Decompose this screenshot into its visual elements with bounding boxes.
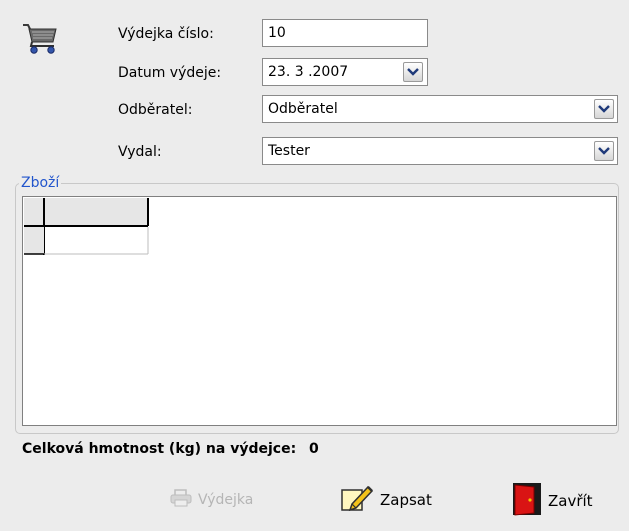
issue-number-label: Výdejka číslo: — [118, 26, 214, 42]
issuer-dropdown-button[interactable] — [594, 141, 614, 161]
issue-number-input[interactable]: 10 — [262, 19, 428, 47]
date-dropdown-button[interactable] — [403, 62, 423, 82]
chevron-down-icon — [598, 147, 610, 155]
print-issue-label: Výdejka — [198, 492, 254, 508]
customer-dropdown-button[interactable] — [594, 99, 614, 119]
printer-icon — [170, 489, 192, 511]
pencil-icon — [340, 484, 374, 516]
issuer-select[interactable]: Tester — [262, 137, 618, 165]
issue-date-input[interactable]: 23. 3 .2007 — [262, 58, 428, 86]
total-weight-row: Celková hmotnost (kg) na výdejce: 0 — [22, 441, 319, 457]
goods-group-legend: Zboží — [21, 175, 60, 191]
goods-grid[interactable] — [22, 196, 617, 426]
issuer-label: Vydal: — [118, 144, 162, 160]
issue-date-value: 23. 3 .2007 — [268, 64, 349, 80]
print-issue-button[interactable]: Výdejka — [170, 489, 253, 511]
door-icon — [512, 482, 542, 520]
grid-data-row — [24, 227, 149, 255]
issue-date-label: Datum výdeje: — [118, 65, 222, 81]
total-weight-value: 0 — [309, 441, 319, 457]
issuer-select-value: Tester — [268, 143, 310, 159]
chevron-down-icon — [407, 68, 419, 76]
cart-icon — [22, 22, 58, 56]
customer-select-value: Odběratel — [268, 101, 338, 117]
close-label: Zavřít — [548, 492, 593, 510]
close-button[interactable]: Zavřít — [512, 482, 593, 520]
chevron-down-icon — [598, 105, 610, 113]
save-label: Zapsat — [380, 491, 432, 509]
save-button[interactable]: Zapsat — [340, 484, 432, 516]
total-weight-label: Celková hmotnost (kg) na výdejce: — [22, 441, 297, 457]
customer-label: Odběratel: — [118, 102, 193, 118]
customer-select[interactable]: Odběratel — [262, 95, 618, 123]
